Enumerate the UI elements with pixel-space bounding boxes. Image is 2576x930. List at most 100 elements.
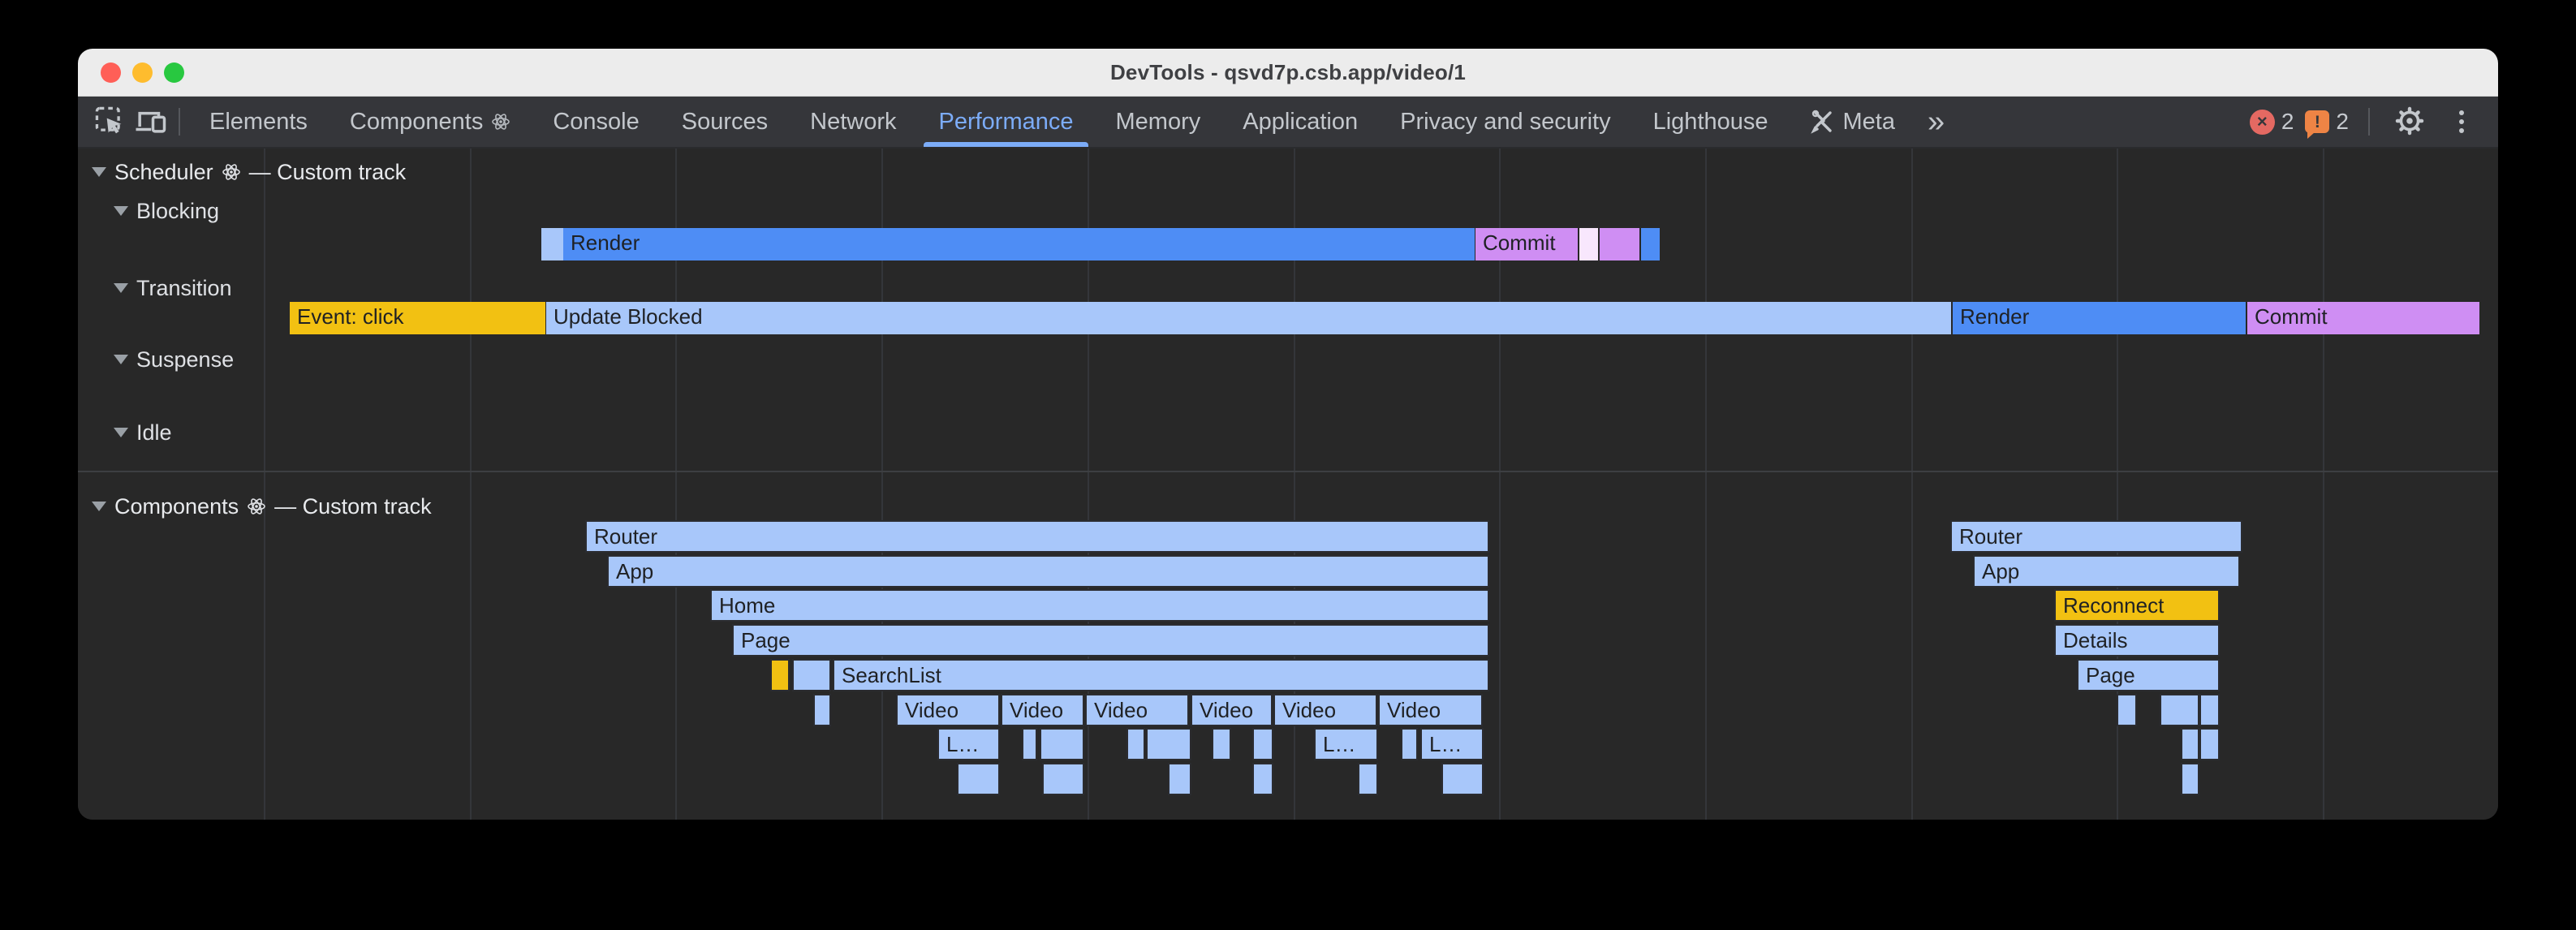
flame-bar[interactable] bbox=[2160, 694, 2199, 726]
tab-memory[interactable]: Memory bbox=[1095, 97, 1222, 147]
warning-count: 2 bbox=[2336, 109, 2349, 135]
flame-bar-update-blocked[interactable]: Update Blocked bbox=[546, 302, 1951, 334]
console-errors-badge[interactable]: × 2 bbox=[2250, 109, 2294, 135]
tab-performance[interactable]: Performance bbox=[917, 97, 1094, 147]
devtools-window: DevTools - qsvd7p.csb.app/video/1 Elemen… bbox=[78, 49, 2498, 820]
flame-bar[interactable] bbox=[2181, 728, 2199, 760]
close-button[interactable] bbox=[101, 62, 121, 83]
flame-bar[interactable] bbox=[2199, 694, 2220, 726]
lane-label-suspense[interactable]: Suspense bbox=[114, 347, 234, 372]
more-tabs-button[interactable]: » bbox=[1916, 98, 1956, 145]
flame-bar[interactable] bbox=[1358, 763, 1378, 795]
flame-bar-searchlist[interactable]: SearchList bbox=[833, 659, 1489, 691]
flame-bar[interactable] bbox=[1040, 728, 1084, 760]
flame-bar-details[interactable]: Details bbox=[2054, 624, 2220, 657]
tab-sources[interactable]: Sources bbox=[661, 97, 789, 147]
tab-console[interactable]: Console bbox=[532, 97, 660, 147]
timeline-gridline bbox=[470, 149, 472, 820]
tab-label: Application bbox=[1243, 109, 1358, 136]
window-title: DevTools - qsvd7p.csb.app/video/1 bbox=[78, 60, 2498, 85]
flame-bar[interactable] bbox=[2199, 728, 2220, 760]
tab-label: Network bbox=[810, 109, 896, 136]
performance-track-area[interactable]: Scheduler — Custom track Blocking Transiti… bbox=[78, 149, 2498, 820]
flame-bar-event-click[interactable]: Event: click bbox=[290, 302, 545, 334]
flame-bar[interactable] bbox=[2117, 694, 2137, 726]
flame-bar[interactable] bbox=[2181, 763, 2199, 795]
flame-bar-router[interactable]: Router bbox=[585, 520, 1489, 553]
flame-bar[interactable] bbox=[792, 659, 831, 691]
flame-bar[interactable] bbox=[957, 763, 1000, 795]
tab-privacy-and-security[interactable]: Privacy and security bbox=[1379, 97, 1632, 147]
flame-bar-video[interactable]: Video bbox=[1191, 694, 1273, 726]
flame-bar-l[interactable]: L… bbox=[937, 728, 1000, 760]
flame-bar-l[interactable]: L… bbox=[1314, 728, 1378, 760]
error-count: 2 bbox=[2281, 109, 2294, 135]
flame-bar-video[interactable]: Video bbox=[1001, 694, 1084, 726]
toolbar-separator bbox=[2368, 108, 2370, 136]
flame-bar-video[interactable]: Video bbox=[896, 694, 1000, 726]
settings-button[interactable] bbox=[2389, 101, 2430, 143]
flame-bar-reconnect[interactable]: Reconnect bbox=[2054, 589, 2220, 622]
lane-title: Transition bbox=[136, 276, 232, 301]
inspect-icon bbox=[93, 105, 126, 140]
lane-label-blocking[interactable]: Blocking bbox=[114, 198, 219, 224]
flame-bar-router[interactable]: Router bbox=[1950, 520, 2242, 553]
flame-bar[interactable] bbox=[813, 694, 831, 726]
atom-icon bbox=[247, 497, 266, 516]
flame-bar-page[interactable]: Page bbox=[732, 624, 1489, 657]
flame-bar[interactable] bbox=[1441, 763, 1484, 795]
flame-bar-render[interactable]: Render bbox=[563, 228, 1475, 260]
flame-bar[interactable] bbox=[1401, 728, 1418, 760]
flame-bar[interactable] bbox=[1252, 763, 1273, 795]
minimize-button[interactable] bbox=[132, 62, 153, 83]
flame-bar[interactable] bbox=[1600, 228, 1639, 260]
lane-label-idle[interactable]: Idle bbox=[114, 420, 172, 446]
flame-bar-render[interactable]: Render bbox=[1953, 302, 2246, 334]
collapse-triangle-icon bbox=[92, 502, 106, 511]
flame-bar-app[interactable]: App bbox=[1973, 555, 2240, 588]
zoom-button[interactable] bbox=[164, 62, 184, 83]
tab-label: Performance bbox=[938, 109, 1073, 136]
flame-bar[interactable] bbox=[770, 659, 790, 691]
flame-bar[interactable] bbox=[1252, 728, 1273, 760]
flame-bar[interactable] bbox=[1212, 728, 1231, 760]
tab-meta[interactable]: Meta bbox=[1790, 97, 1916, 147]
flame-bar[interactable] bbox=[1579, 228, 1598, 260]
tab-label: Sources bbox=[682, 109, 768, 136]
track-title: Scheduler bbox=[114, 160, 213, 185]
track-header-scheduler[interactable]: Scheduler — Custom track bbox=[92, 159, 406, 185]
flame-bar[interactable] bbox=[1042, 763, 1084, 795]
track-header-components[interactable]: Components — Custom track bbox=[92, 493, 432, 519]
tab-lighthouse[interactable]: Lighthouse bbox=[1632, 97, 1790, 147]
flame-bar[interactable] bbox=[1168, 763, 1191, 795]
inspect-element-button[interactable] bbox=[89, 101, 130, 143]
device-toolbar-button[interactable] bbox=[130, 101, 170, 143]
flame-bar-video[interactable]: Video bbox=[1378, 694, 1483, 726]
console-warnings-badge[interactable]: ! 2 bbox=[2305, 109, 2349, 135]
tab-components[interactable]: Components bbox=[329, 97, 532, 147]
tab-label: Console bbox=[553, 109, 639, 136]
flame-bar[interactable] bbox=[541, 228, 563, 260]
flame-bar-home[interactable]: Home bbox=[710, 589, 1489, 622]
warning-icon: ! bbox=[2305, 110, 2329, 133]
flame-bar-page[interactable]: Page bbox=[2077, 659, 2220, 691]
flame-bar[interactable] bbox=[1126, 728, 1145, 760]
tab-network[interactable]: Network bbox=[789, 97, 917, 147]
tab-label: Elements bbox=[209, 109, 308, 136]
flame-bar[interactable] bbox=[1146, 728, 1191, 760]
flame-bar-l[interactable]: L… bbox=[1420, 728, 1484, 760]
tab-application[interactable]: Application bbox=[1221, 97, 1379, 147]
customize-devtools-button[interactable] bbox=[2441, 101, 2482, 143]
gear-icon bbox=[2393, 105, 2426, 140]
flame-bar-video[interactable]: Video bbox=[1085, 694, 1189, 726]
tab-elements[interactable]: Elements bbox=[188, 97, 329, 147]
flame-bar[interactable] bbox=[1022, 728, 1037, 760]
flame-bar[interactable] bbox=[1641, 228, 1660, 260]
flame-bar-commit[interactable]: Commit bbox=[2247, 302, 2479, 334]
lane-label-transition[interactable]: Transition bbox=[114, 275, 232, 301]
flame-bar-video[interactable]: Video bbox=[1273, 694, 1377, 726]
timeline-gridline bbox=[2323, 149, 2324, 820]
panel-tabs: Elements Components Console Sources Network… bbox=[188, 97, 1916, 147]
flame-bar-commit[interactable]: Commit bbox=[1475, 228, 1578, 260]
flame-bar-app[interactable]: App bbox=[607, 555, 1489, 588]
